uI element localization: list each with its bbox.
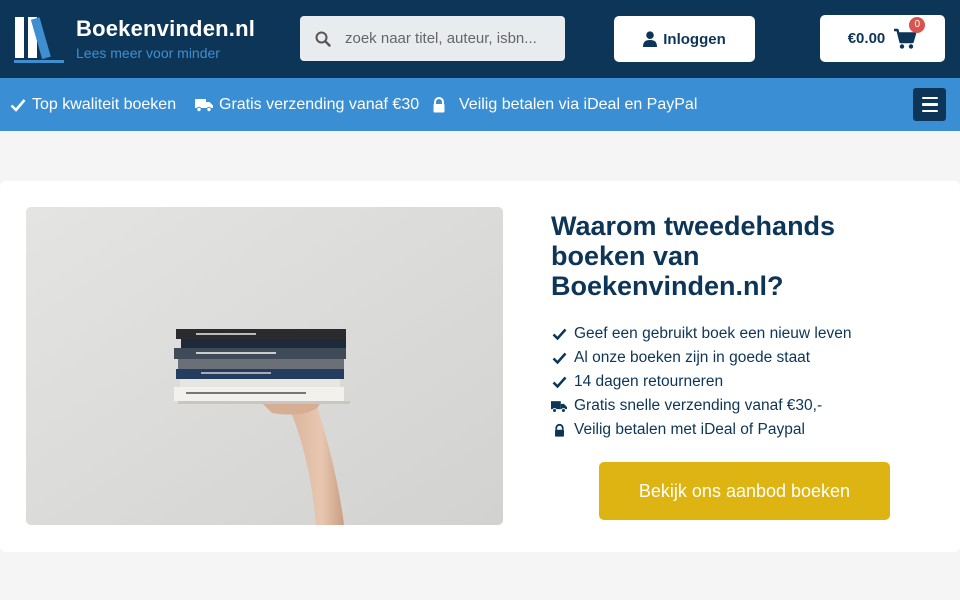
hamburger-menu-icon[interactable] — [913, 88, 946, 121]
truck-icon — [551, 400, 567, 413]
feature-label: Geef een gebruikt boek een nieuw leven — [574, 325, 852, 342]
logo-title: Boekenvinden.nl — [76, 16, 256, 41]
search-icon[interactable] — [315, 31, 331, 47]
list-item: Gratis snelle verzending vanaf €30,- — [551, 394, 851, 418]
feature-label: 14 dagen retourneren — [574, 373, 724, 390]
cart-count-badge: 0 — [909, 16, 926, 33]
truck-icon — [195, 98, 213, 112]
feature-label: Gratis snelle verzending vanaf €30,- — [574, 397, 823, 414]
login-button[interactable]: Inloggen — [614, 16, 755, 62]
site-header: Boekenvinden.nl Lees meer voor minder In… — [0, 0, 960, 78]
cart-total: €0.00 — [847, 30, 886, 47]
check-icon — [552, 328, 566, 340]
list-item: 14 dagen retourneren — [551, 370, 851, 394]
usp-label: Veilig betalen via iDeal en PayPal — [459, 95, 698, 113]
check-icon — [552, 376, 566, 388]
usp-payment: Veilig betalen via iDeal en PayPal — [431, 78, 697, 131]
cart-button[interactable]: €0.00 0 — [820, 15, 945, 62]
user-icon — [643, 31, 658, 47]
feature-label: Al onze boeken zijn in goede staat — [574, 349, 811, 366]
feature-label: Veilig betalen met iDeal of Paypal — [574, 421, 805, 438]
check-icon — [552, 352, 566, 364]
usp-label: Gratis verzending vanaf €30 — [219, 95, 420, 113]
search-bar — [300, 16, 565, 61]
logo-tagline: Lees meer voor minder — [76, 45, 220, 61]
list-item: Veilig betalen met iDeal of Paypal — [551, 418, 851, 442]
list-item: Al onze boeken zijn in goede staat — [551, 346, 851, 370]
feature-list: Geef een gebruikt boek een nieuw leven A… — [551, 322, 851, 442]
search-input[interactable] — [345, 30, 555, 47]
books-stack-illustration — [26, 207, 503, 525]
usp-shipping: Gratis verzending vanaf €30 — [195, 78, 419, 131]
books-logo-icon — [14, 17, 64, 63]
usp-label: Top kwaliteit boeken — [32, 95, 177, 113]
cart-icon-wrap: 0 — [893, 16, 926, 50]
list-item: Geef een gebruikt boek een nieuw leven — [551, 322, 851, 346]
site-logo[interactable]: Boekenvinden.nl Lees meer voor minder — [14, 14, 284, 64]
check-icon — [10, 98, 26, 112]
usp-quality: Top kwaliteit boeken — [10, 78, 176, 131]
usp-bar: Top kwaliteit boeken Gratis verzending v… — [0, 78, 960, 131]
login-label: Inloggen — [663, 30, 726, 48]
section-heading: Waarom tweedehands boeken van Boekenvind… — [551, 211, 836, 301]
view-books-button[interactable]: Bekijk ons aanbod boeken — [599, 462, 890, 520]
lock-icon — [554, 423, 564, 437]
books-stack-photo — [26, 207, 503, 525]
lock-icon — [433, 96, 445, 112]
